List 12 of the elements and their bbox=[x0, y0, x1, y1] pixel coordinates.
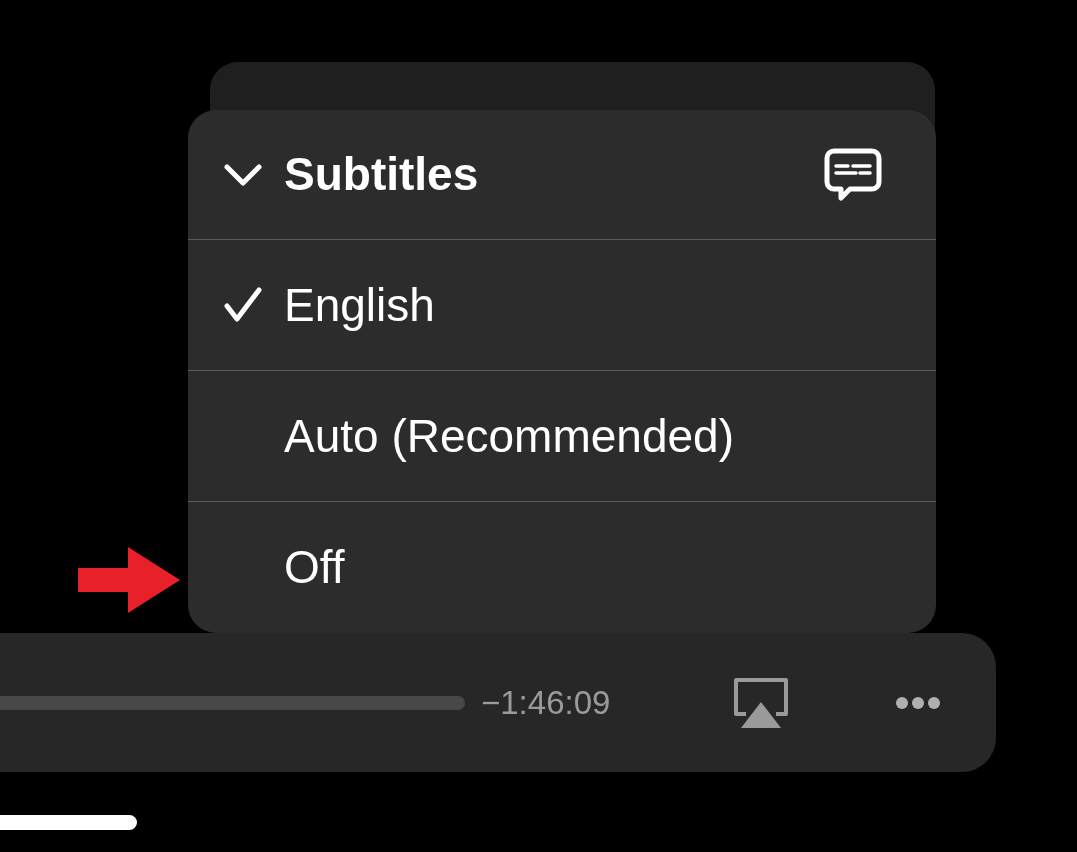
item-label: Auto (Recommended) bbox=[284, 408, 734, 464]
menu-item[interactable]: Off bbox=[188, 502, 936, 633]
subtitles-icon bbox=[824, 147, 882, 202]
menu-item[interactable]: English bbox=[188, 240, 936, 371]
remaining-time: −1:46:09 bbox=[481, 682, 611, 723]
item-label: Off bbox=[284, 540, 345, 595]
menu-item[interactable]: Auto (Recommended) bbox=[188, 371, 936, 502]
menu-header[interactable]: Subtitles bbox=[188, 110, 936, 240]
screen-cast-icon[interactable] bbox=[732, 675, 790, 730]
menu-title: Subtitles bbox=[284, 147, 479, 202]
item-label: English bbox=[284, 277, 435, 333]
more-icon[interactable] bbox=[896, 696, 940, 709]
